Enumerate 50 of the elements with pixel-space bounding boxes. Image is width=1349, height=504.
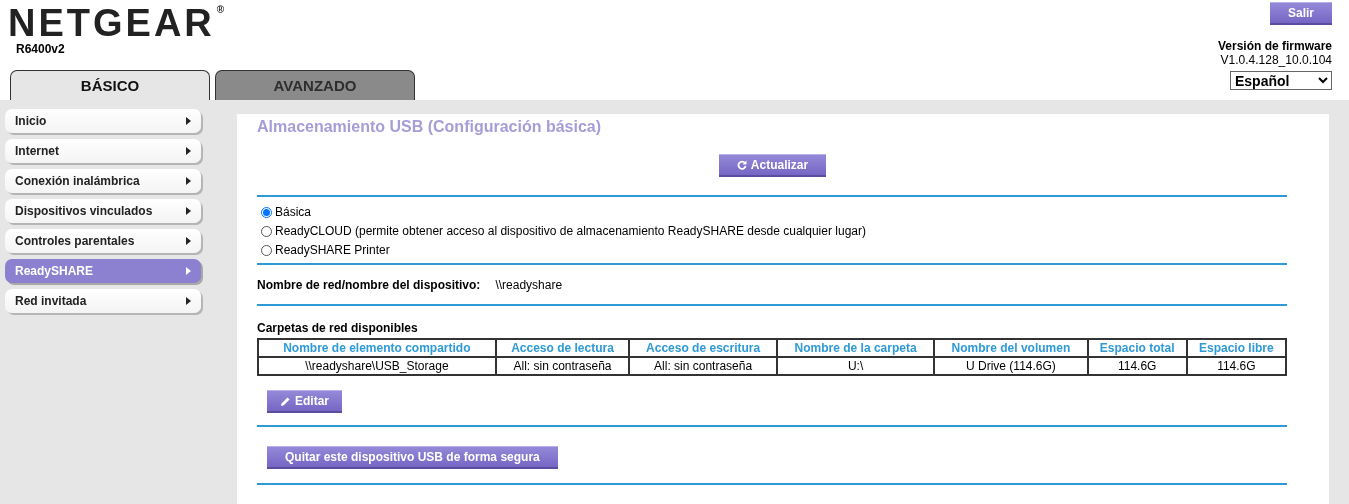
arrow-icon [186, 117, 191, 125]
table-cell: \\readyshare\USB_Storage [258, 357, 496, 375]
nav-tab[interactable]: BÁSICO [10, 70, 210, 100]
column-header: Espacio libre [1186, 339, 1286, 357]
radio-option[interactable]: ReadySHARE Printer [261, 243, 1288, 257]
firmware-version: V1.0.4.128_10.0.104 [1220, 53, 1332, 67]
arrow-icon [186, 207, 191, 215]
sidebar-item[interactable]: Dispositivos vinculados [5, 199, 201, 223]
arrow-icon [186, 237, 191, 245]
page-title: Almacenamiento USB (Configuración básica) [257, 118, 603, 136]
refresh-button[interactable]: Actualizar [718, 154, 827, 177]
device-name-value: \\readyshare [495, 278, 563, 292]
sidebar-item[interactable]: Internet [5, 139, 201, 163]
sidebar-item[interactable]: Red invitada [5, 289, 201, 313]
column-header: Acceso de escritura [629, 339, 777, 357]
table-cell: All: sin contraseña [495, 357, 630, 375]
radio-option[interactable]: Básica [261, 205, 1288, 219]
radio-button[interactable] [261, 244, 272, 256]
table-cell: All: sin contraseña [629, 357, 777, 375]
firmware-label: Versión de firmware [1217, 39, 1332, 53]
arrow-icon [186, 267, 191, 275]
logout-button[interactable]: Salir [1270, 2, 1332, 25]
edit-button[interactable]: Editar [267, 390, 342, 413]
arrow-icon [186, 147, 191, 155]
column-header: Acceso de lectura [495, 339, 630, 357]
eject-button[interactable]: Quitar este dispositivo USB de forma segura [267, 446, 558, 469]
pencil-icon [280, 395, 291, 407]
column-header: Nombre del volumen [934, 339, 1088, 357]
radio-button[interactable] [261, 206, 272, 218]
sidebar-item[interactable]: Conexión inalámbrica [5, 169, 201, 193]
column-header: Espacio total [1087, 339, 1187, 357]
table-cell: 114.6G [1087, 357, 1187, 375]
column-header: Nombre de la carpeta [776, 339, 935, 357]
radio-option[interactable]: ReadyCLOUD (permite obtener acceso al dispositivo de almacenamiento ReadySHARE desde cualquier lugar) [261, 224, 1288, 238]
sidebar-item[interactable]: Inicio [5, 109, 201, 133]
arrow-icon [186, 177, 191, 185]
device-name-label: Nombre de red/nombre del dispositivo: [257, 278, 481, 292]
column-header: Nombre de elemento compartido [258, 339, 496, 357]
table-title: Carpetas de red disponibles [257, 321, 419, 335]
radio-button[interactable] [261, 225, 272, 237]
model-name: R6400v2 [16, 42, 66, 56]
brand-logo: NETGEAR$^{®}$ [8, 4, 225, 42]
sidebar-item[interactable]: Controles parentales [5, 229, 201, 253]
arrow-icon [186, 297, 191, 305]
nav-tab[interactable]: AVANZADO [215, 70, 415, 100]
table-cell: U:\ [776, 357, 935, 375]
table-cell: U Drive (114.6G) [934, 357, 1088, 375]
language-select[interactable]: Español [1230, 71, 1332, 90]
table-cell: 114.6G [1186, 357, 1286, 375]
refresh-icon [736, 160, 747, 170]
